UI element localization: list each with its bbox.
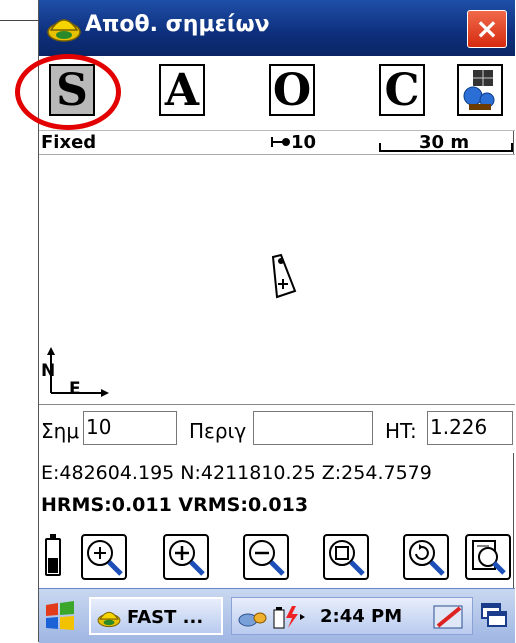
scale-length: 30 m xyxy=(419,132,470,153)
status-bar: Fixed 10 30 m xyxy=(39,130,515,154)
mode-button-c[interactable]: C xyxy=(379,64,425,116)
power-icon[interactable] xyxy=(272,604,306,630)
satellite-icon xyxy=(463,70,495,110)
zoom-extents-button[interactable] xyxy=(81,534,127,580)
east-label: E xyxy=(69,379,81,399)
taskbar-app-label: FAST ... xyxy=(127,607,204,628)
position-marker-icon xyxy=(271,253,297,299)
point-input-row: Σημ 10 Περιγ HT: 1.226 xyxy=(39,404,515,453)
zoom-previous-button[interactable] xyxy=(403,534,449,580)
satellite-button[interactable] xyxy=(457,64,503,116)
scale-step: 10 xyxy=(291,132,317,153)
north-label: N xyxy=(41,361,56,381)
map-canvas[interactable]: N E xyxy=(39,154,515,405)
zoom-in-button[interactable] xyxy=(163,534,209,580)
close-button[interactable]: × xyxy=(467,10,507,48)
pda-window: Αποθ. σημείων × S A O C Fixed 10 30 m N … xyxy=(15,0,515,643)
helmet-icon xyxy=(97,611,121,628)
highlight-ring xyxy=(15,54,121,130)
zoom-window-icon xyxy=(329,540,365,576)
helmet-icon xyxy=(47,19,81,42)
pen-input-icon[interactable] xyxy=(432,602,466,632)
windows-start-icon[interactable] xyxy=(43,599,77,633)
coordinates-readout: E:482604.195 N:4211810.25 Z:254.7579 xyxy=(41,462,432,484)
battery-icon xyxy=(45,534,61,576)
screenshot-frame: Αποθ. σημείων × S A O C Fixed 10 30 m N … xyxy=(0,0,516,643)
clock[interactable]: 2:44 PM xyxy=(320,606,402,627)
window-title: Αποθ. σημείων xyxy=(85,12,270,37)
zoom-in-icon xyxy=(169,540,205,576)
interval-icon xyxy=(271,137,290,147)
zoom-window-button[interactable] xyxy=(323,534,369,580)
point-label: Σημ xyxy=(41,419,80,443)
description-field[interactable] xyxy=(253,411,373,445)
description-label: Περιγ xyxy=(189,419,247,443)
scale-tick-right xyxy=(511,143,513,152)
zoom-to-point-icon xyxy=(472,540,506,575)
connection-icon[interactable] xyxy=(238,606,268,628)
antenna-height-field[interactable]: 1.226 xyxy=(427,411,513,445)
switch-windows-icon[interactable] xyxy=(479,601,509,631)
taskbar-app-button[interactable]: FAST ... xyxy=(89,597,223,635)
zoom-toolbar xyxy=(39,528,515,588)
mode-toolbar: S A O C xyxy=(15,54,515,131)
title-bar: Αποθ. σημείων × xyxy=(39,0,515,56)
zoom-previous-icon xyxy=(409,540,445,576)
zoom-extents-icon xyxy=(87,540,123,576)
system-tray: 2:44 PM xyxy=(231,597,473,635)
mode-button-o[interactable]: O xyxy=(269,64,315,116)
mode-button-a[interactable]: A xyxy=(159,64,205,116)
zoom-out-icon xyxy=(249,540,285,576)
point-number-field[interactable]: 10 xyxy=(83,411,177,445)
scale-tick-left xyxy=(379,143,381,152)
taskbar: FAST ... 2:44 PM xyxy=(39,588,515,643)
rms-readout: HRMS:0.011 VRMS:0.013 xyxy=(41,494,309,516)
zoom-out-button[interactable] xyxy=(243,534,289,580)
antenna-height-label: HT: xyxy=(385,419,417,443)
divider-line xyxy=(0,20,38,21)
zoom-to-point-button[interactable] xyxy=(465,534,511,580)
fix-status: Fixed xyxy=(41,132,97,153)
